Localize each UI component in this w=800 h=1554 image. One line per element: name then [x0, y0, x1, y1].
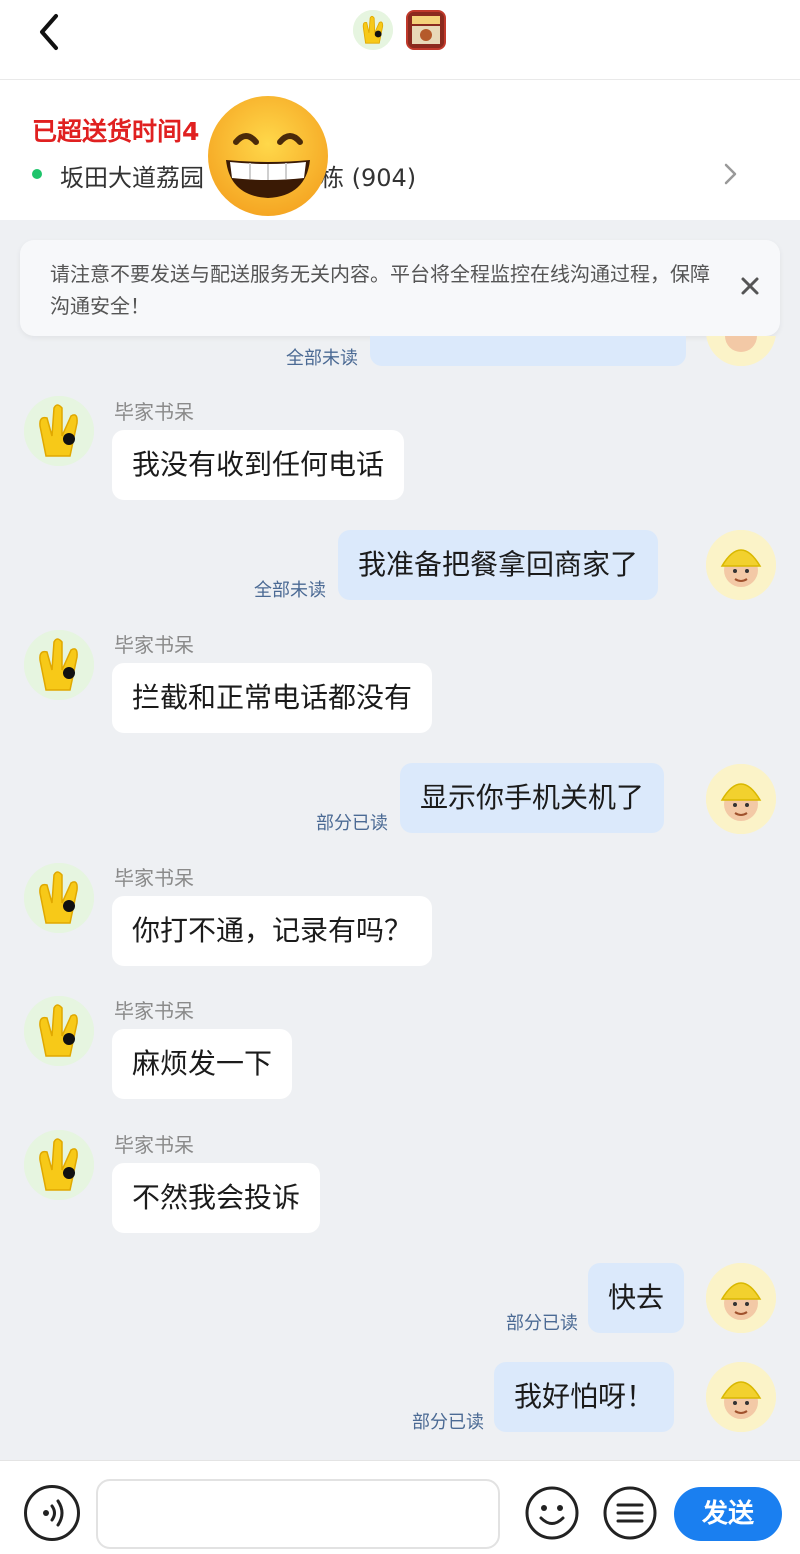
shop-logo-icon — [408, 12, 444, 48]
message-bubble[interactable]: 我好怕呀！ — [494, 1362, 675, 1432]
read-status: 全部未读 — [286, 348, 358, 369]
yellow-hand-avatar-icon — [24, 996, 94, 1066]
more-options-button[interactable] — [602, 1485, 658, 1541]
customer-avatar[interactable] — [24, 630, 94, 700]
chevron-left-icon — [40, 14, 58, 50]
voice-icon — [43, 1499, 64, 1527]
grinning-face-sticker — [206, 94, 330, 218]
message-bubble[interactable]: 不然我会投诉 — [112, 1163, 321, 1233]
address-suffix: 栋 (904) — [320, 164, 417, 192]
sender-name: 毕家书呆 — [114, 1133, 194, 1157]
rider-avatar[interactable] — [706, 1362, 776, 1432]
menu-list-icon — [603, 1486, 657, 1540]
top-bar — [0, 0, 800, 80]
sender-name: 毕家书呆 — [114, 999, 194, 1023]
message-bubble[interactable]: 我准备把餐拿回商家了 — [338, 530, 659, 600]
read-status: 部分已读 — [412, 1412, 484, 1433]
order-info-panel[interactable] — [0, 80, 800, 220]
rider-avatar[interactable] — [706, 764, 776, 834]
customer-avatar[interactable] — [24, 1130, 94, 1200]
message-bubble[interactable]: 麻烦发一下 — [112, 1029, 293, 1099]
sender-name: 毕家书呆 — [114, 400, 194, 424]
customer-avatar[interactable] — [24, 996, 94, 1066]
read-status: 部分已读 — [316, 813, 388, 834]
back-button[interactable] — [28, 8, 76, 56]
chevron-right-icon — [724, 163, 737, 185]
rider-avatar-icon — [706, 336, 776, 366]
yellow-hand-avatar-icon — [353, 10, 393, 50]
message-bubble[interactable]: 你打不通，记录有吗？ — [112, 896, 433, 966]
rider-avatar[interactable] — [706, 530, 776, 600]
message-bubble[interactable]: 我没有收到任何电话 — [112, 430, 405, 500]
sender-name: 毕家书呆 — [114, 866, 194, 890]
notice-text: 请注意不要发送与配送服务无关内容。平台将全程监控在线沟通过程，保障沟通安全！ — [50, 262, 710, 318]
rider-avatar-icon — [706, 1263, 776, 1333]
emoji-button[interactable] — [524, 1485, 580, 1541]
rider-avatar-icon — [706, 1362, 776, 1432]
voice-button[interactable] — [24, 1485, 80, 1541]
rider-avatar[interactable] — [706, 1263, 776, 1333]
rider-avatar-icon — [706, 764, 776, 834]
yellow-hand-avatar-icon — [24, 630, 94, 700]
close-icon — [741, 277, 759, 295]
customer-avatar[interactable] — [24, 863, 94, 933]
emoji-icon — [525, 1486, 579, 1540]
customer-avatar[interactable] — [24, 396, 94, 466]
order-detail-arrow[interactable] — [716, 160, 744, 188]
message-input[interactable] — [96, 1479, 500, 1549]
message-bubble-partial[interactable] — [370, 336, 686, 366]
message-bubble[interactable]: 显示你手机关机了 — [400, 763, 665, 833]
close-notice-button[interactable] — [734, 270, 766, 302]
overtime-status: 已超送货时间4 — [32, 117, 200, 146]
rider-avatar-icon — [706, 530, 776, 600]
yellow-hand-avatar-icon — [24, 1130, 94, 1200]
read-status: 全部未读 — [254, 580, 326, 601]
status-dot — [32, 169, 42, 179]
input-bar: 发送 — [0, 1460, 800, 1554]
read-status: 部分已读 — [506, 1313, 578, 1334]
grinning-face-icon — [208, 96, 328, 216]
yellow-hand-avatar-icon — [24, 396, 94, 466]
sender-name: 毕家书呆 — [114, 633, 194, 657]
send-button[interactable]: 发送 — [674, 1487, 782, 1541]
safety-notice: 请注意不要发送与配送服务无关内容。平台将全程监控在线沟通过程，保障沟通安全！ — [20, 240, 780, 336]
shop-avatar-top[interactable] — [406, 10, 446, 50]
chat-list[interactable]: 全部未读 毕家书呆 我没有收到任何电话 全部未读 我准备把餐拿回商家了 毕家书呆… — [0, 336, 800, 1460]
customer-avatar-top[interactable] — [353, 10, 393, 50]
message-bubble[interactable]: 快去 — [588, 1263, 685, 1333]
message-bubble[interactable]: 拦截和正常电话都没有 — [112, 663, 433, 733]
yellow-hand-avatar-icon — [24, 863, 94, 933]
address-main: 坂田大道荔园 — [60, 164, 204, 192]
rider-avatar[interactable] — [706, 336, 776, 366]
